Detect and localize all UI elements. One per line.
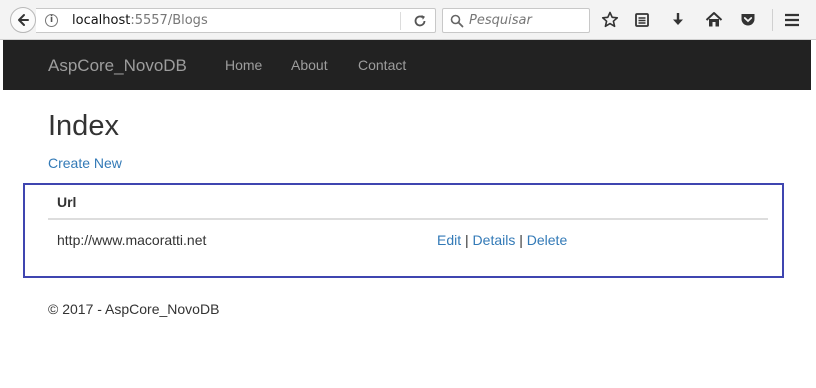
toolbar-divider [772,9,773,31]
page-title: Index [48,110,119,142]
brand-link[interactable]: AspCore_NovoDB [48,56,187,76]
pocket-icon[interactable] [738,10,758,30]
action-separator: | [519,232,523,248]
search-bar[interactable] [442,8,590,33]
highlight-box [23,183,784,278]
info-icon[interactable]: i [45,14,58,27]
search-input[interactable] [469,10,587,31]
footer-text: © 2017 - AspCore_NovoDB [48,301,220,317]
url-host: localhost [72,13,131,28]
table-cell-url: http://www.macoratti.net [57,232,207,248]
url-divider [400,12,401,30]
table-header-divider [48,218,768,220]
nav-link-home[interactable]: Home [225,57,262,73]
address-bar[interactable]: i localhost:5557/Blogs [36,8,436,33]
search-icon [450,14,464,28]
bookmark-star-icon[interactable] [600,10,620,30]
site-navbar: AspCore_NovoDB Home About Contact [3,40,811,90]
back-button[interactable] [10,7,36,33]
create-new-link[interactable]: Create New [48,155,122,171]
nav-link-about[interactable]: About [291,57,328,73]
delete-link[interactable]: Delete [527,232,567,248]
row-actions: Edit | Details | Delete [437,232,567,248]
url-path: :5557/Blogs [130,13,208,28]
back-arrow-icon [18,14,29,26]
nav-link-contact[interactable]: Contact [358,57,406,73]
menu-icon[interactable] [782,10,802,30]
details-link[interactable]: Details [473,232,516,248]
reading-list-icon[interactable] [632,10,652,30]
edit-link[interactable]: Edit [437,232,461,248]
browser-toolbar: i localhost:5557/Blogs [0,0,816,40]
home-icon[interactable] [704,10,724,30]
action-separator: | [465,232,469,248]
download-icon[interactable] [668,10,688,30]
reload-icon[interactable] [411,12,429,30]
table-header-url: Url [57,194,77,210]
url-text[interactable]: localhost:5557/Blogs [72,13,208,28]
